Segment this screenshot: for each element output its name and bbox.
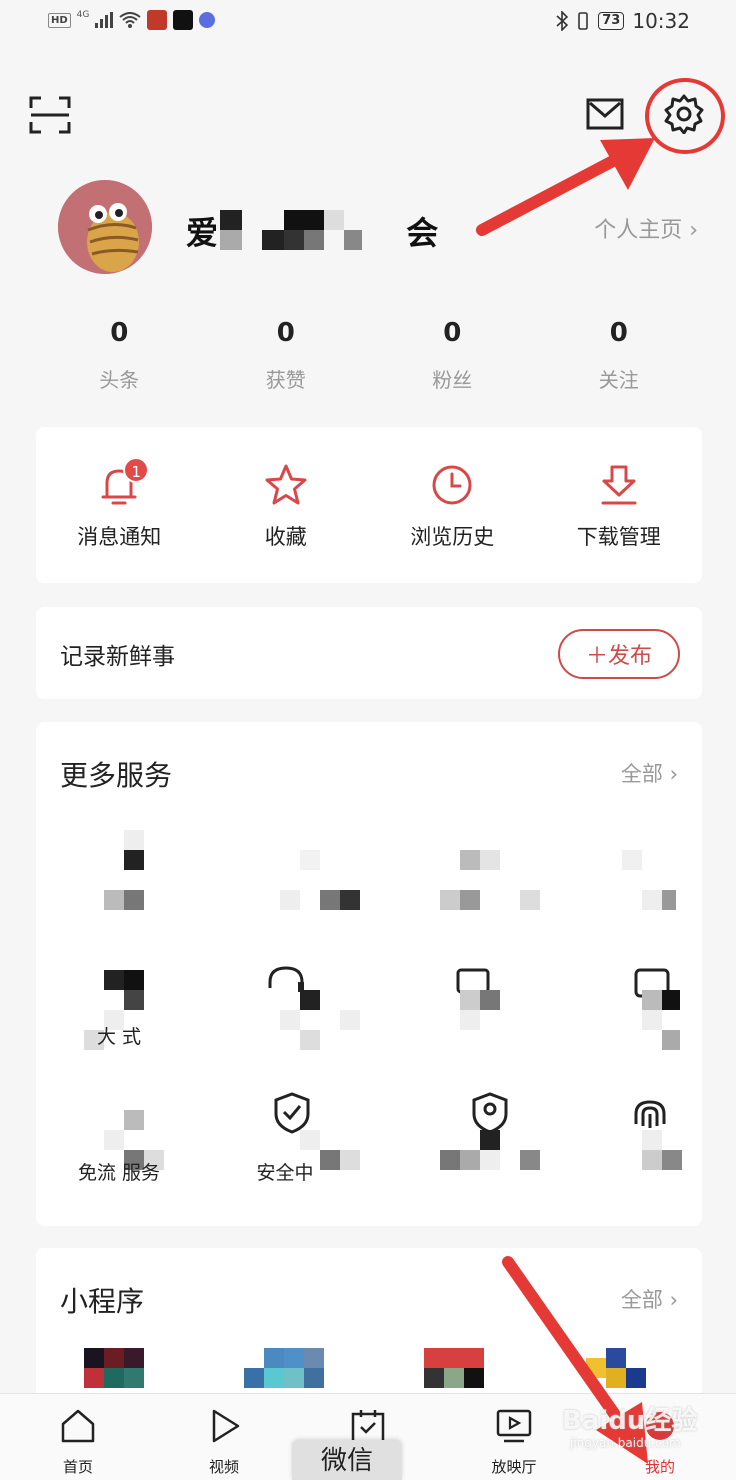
download-icon <box>601 465 637 505</box>
stats-row: 0 头条 0 获赞 0 粉丝 0 关注 <box>36 318 702 393</box>
status-bar: HD 4G 73 10:32 <box>0 0 736 44</box>
clock-icon <box>432 465 472 505</box>
stat-label: 获赞 <box>265 368 306 392</box>
service-item[interactable] <box>534 822 700 942</box>
service-item[interactable]: 安全中 <box>202 1092 368 1212</box>
service-item[interactable] <box>202 962 368 1082</box>
username-mosaic <box>220 210 380 250</box>
stat-label: 粉丝 <box>432 368 473 392</box>
home-icon <box>61 1409 95 1443</box>
stat-value: 0 <box>110 318 129 348</box>
quick-label: 消息通知 <box>77 525 162 549</box>
mini-program-item[interactable] <box>244 1348 324 1398</box>
service-item[interactable] <box>534 1092 700 1212</box>
stat-label: 头条 <box>99 368 140 392</box>
username-end: 会 <box>406 214 441 252</box>
app-notification-icon <box>147 10 168 30</box>
quick-label: 下载管理 <box>576 525 661 549</box>
stat-toutiao[interactable]: 0 头条 <box>36 318 203 393</box>
username-start: 爱 <box>186 214 221 252</box>
service-item[interactable]: 免流 服务 <box>36 1092 202 1212</box>
personal-homepage-link[interactable]: 个人主页 › <box>594 212 698 244</box>
music-icon <box>199 12 216 28</box>
wifi-icon <box>119 12 141 28</box>
quick-label: 收藏 <box>264 525 307 549</box>
scan-icon <box>29 96 71 134</box>
service-item[interactable] <box>368 822 540 942</box>
status-right: 73 10:32 <box>556 9 690 33</box>
quick-actions-card: 1 消息通知 收藏 浏览历史 下载管理 <box>36 427 702 583</box>
scan-button[interactable] <box>28 94 72 136</box>
play-icon <box>212 1409 240 1443</box>
service-label: 免流 服务 <box>77 1162 161 1184</box>
tab-label: 视频 <box>208 1458 239 1476</box>
quick-favorites[interactable]: 收藏 <box>203 427 370 583</box>
services-title: 更多服务 <box>60 759 173 792</box>
mail-button[interactable] <box>584 96 626 132</box>
vibrate-icon <box>578 12 589 30</box>
service-label: 安全中 <box>256 1162 314 1184</box>
mini-programs-title: 小程序 <box>60 1285 145 1318</box>
stat-following[interactable]: 0 关注 <box>536 318 703 393</box>
stat-label: 关注 <box>598 368 639 392</box>
tiktok-icon <box>173 10 194 30</box>
service-label: 大 式 <box>96 1026 142 1048</box>
tab-video[interactable]: 视频 <box>174 1394 274 1480</box>
service-item[interactable] <box>368 1092 540 1212</box>
quick-history[interactable]: 浏览历史 <box>369 427 536 583</box>
status-left: HD 4G <box>48 10 216 30</box>
publish-button[interactable]: ＋发布 <box>558 629 680 679</box>
avatar[interactable] <box>58 180 152 274</box>
service-item[interactable] <box>36 822 202 942</box>
quick-downloads[interactable]: 下载管理 <box>536 427 703 583</box>
signal-icon <box>95 12 114 28</box>
signal-label: 4G <box>76 10 90 20</box>
service-item[interactable] <box>368 962 534 1082</box>
service-item[interactable]: 大 式 <box>36 962 202 1082</box>
battery-indicator: 73 <box>598 12 625 30</box>
wechat-overlay: 微信 <box>292 1440 402 1480</box>
post-prompt[interactable]: 记录新鲜事 <box>60 637 175 671</box>
tab-home[interactable]: 首页 <box>28 1394 128 1480</box>
clock: 10:32 <box>632 9 690 33</box>
hd-indicator: HD <box>48 12 71 28</box>
quick-label: 浏览历史 <box>410 525 495 549</box>
tab-label: 首页 <box>62 1458 93 1476</box>
mini-program-item[interactable] <box>424 1348 486 1398</box>
stat-value: 0 <box>609 318 628 348</box>
service-item[interactable] <box>534 962 700 1082</box>
avatar-image <box>58 180 152 274</box>
star-icon <box>265 464 307 505</box>
calendar-check-icon <box>351 1410 385 1444</box>
stat-value: 0 <box>443 318 462 348</box>
profile-header[interactable]: 爱 会 个人主页 › <box>58 180 698 276</box>
quick-notifications[interactable]: 1 消息通知 <box>36 427 203 583</box>
service-item[interactable] <box>202 822 368 942</box>
bluetooth-icon <box>556 11 569 31</box>
notification-badge: 1 <box>123 457 150 483</box>
mail-icon <box>586 98 624 130</box>
services-all-link[interactable]: 全部 › <box>621 758 678 788</box>
more-services-card: 更多服务 全部 › 大 式 免流 服务 安全中 <box>36 722 702 1226</box>
mini-program-item[interactable] <box>84 1348 146 1398</box>
stat-value: 0 <box>276 318 295 348</box>
stat-likes[interactable]: 0 获赞 <box>203 318 370 393</box>
stat-fans[interactable]: 0 粉丝 <box>369 318 536 393</box>
baidu-watermark-url: jingyan.baidu.com <box>570 1436 681 1450</box>
baidu-watermark: Baidu经验 <box>562 1406 698 1436</box>
post-card: 记录新鲜事 ＋发布 <box>36 607 702 699</box>
